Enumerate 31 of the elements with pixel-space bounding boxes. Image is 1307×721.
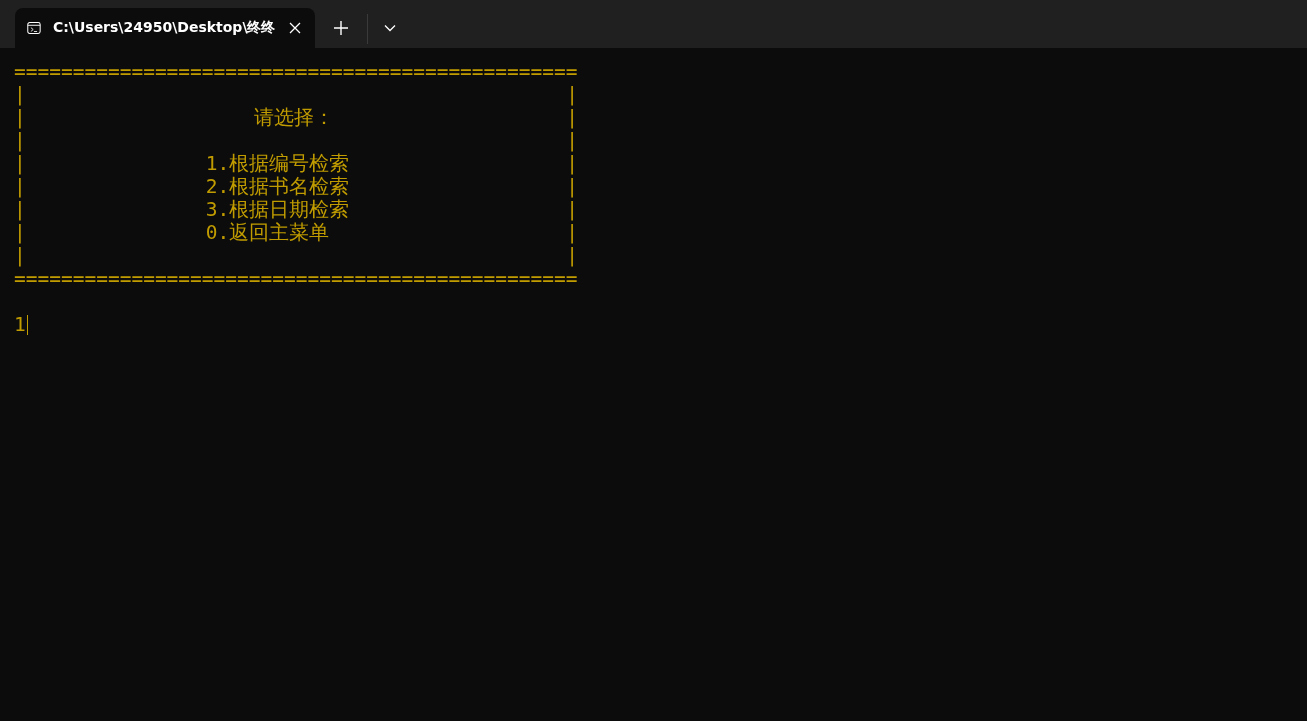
plus-icon (334, 21, 348, 35)
typed-text: 1 (14, 313, 26, 336)
menu-option: 1.根据编号检索 (205, 152, 350, 175)
rule-line: ================================================ (14, 60, 578, 83)
frame-border-text: | (566, 175, 578, 198)
frame-border-text: | (566, 129, 578, 152)
frame-border-text: | (566, 106, 578, 129)
terminal-tab[interactable]: C:\Users\24950\Desktop\终终 (15, 8, 315, 48)
frame-border-text: | (14, 129, 26, 152)
frame-border-text: | (566, 198, 578, 221)
frame-border-text: | (14, 221, 26, 244)
frame-border-text: | (14, 198, 26, 221)
frame-border-text: | (14, 152, 26, 175)
close-icon (289, 22, 302, 34)
menu-option: 0.返回主菜单 (205, 221, 330, 244)
frame-border-text: | (566, 244, 578, 267)
text-cursor (26, 314, 28, 335)
frame-border-text: | (14, 175, 26, 198)
menu-option: 3.根据日期检索 (205, 198, 350, 221)
chevron-down-icon (384, 24, 396, 32)
tab-title: C:\Users\24950\Desktop\终终 (52, 19, 276, 37)
frame-border-text: | (14, 83, 26, 106)
rule-line: ================================================ (14, 267, 578, 290)
frame-border-text: | (566, 83, 578, 106)
menu-heading: 请选择： (253, 106, 334, 129)
console-icon (27, 20, 41, 36)
frame-border-text: | (566, 152, 578, 175)
frame-border-text: | (566, 221, 578, 244)
frame-border-text: | (14, 244, 26, 267)
menu-option: 2.根据书名检索 (205, 175, 350, 198)
frame-border-text: | (14, 106, 26, 129)
